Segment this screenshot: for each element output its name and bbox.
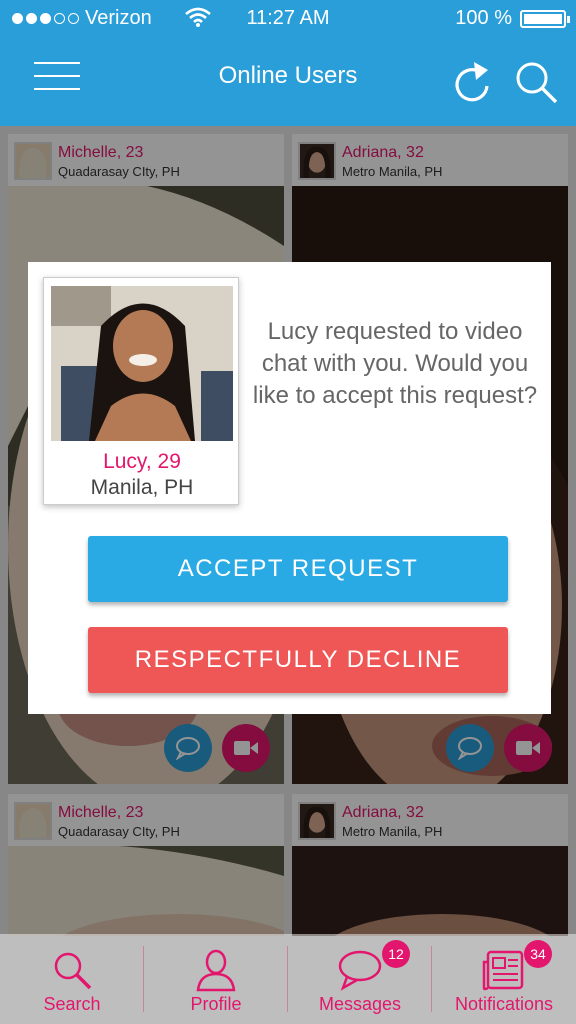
chat-bubble-icon (338, 950, 382, 991)
battery-percent: 100 % (455, 7, 512, 29)
request-message: Lucy requested to video chat with you. W… (252, 318, 538, 409)
notifications-badge: 34 (524, 940, 552, 968)
tab-label: Messages (318, 994, 402, 1014)
battery-icon (520, 10, 570, 28)
video-chat-request-dialog: Lucy, 29 Manila, PH Lucy requested to vi… (28, 262, 551, 714)
requester-name: Lucy, 29 (103, 450, 181, 473)
top-bar: Verizon 11:27 AM 100 % Online Users (0, 0, 576, 126)
messages-badge: 12 (382, 940, 410, 968)
tab-search[interactable]: Search (0, 934, 144, 1024)
search-icon[interactable] (512, 58, 560, 106)
requester-card: Lucy, 29 Manila, PH (43, 277, 239, 505)
refresh-icon[interactable] (450, 58, 494, 106)
newspaper-icon (482, 950, 524, 991)
tab-label: Profile (190, 994, 242, 1014)
bottom-tab-bar: Search Profile 12 Messages 34 Notificati (0, 934, 576, 1024)
tab-profile[interactable]: Profile (144, 934, 288, 1024)
decline-request-button[interactable]: RESPECTFULLY DECLINE (88, 627, 508, 693)
requester-photo (51, 286, 233, 441)
tab-label: Search (43, 994, 101, 1014)
tab-messages[interactable]: 12 Messages (288, 934, 432, 1024)
tab-label: Notifications (454, 994, 554, 1014)
profile-icon (196, 949, 236, 992)
accept-request-button[interactable]: ACCEPT REQUEST (88, 536, 508, 602)
search-icon (54, 952, 92, 990)
tab-notifications[interactable]: 34 Notifications (432, 934, 576, 1024)
requester-location: Manila, PH (90, 476, 194, 499)
status-bar: Verizon 11:27 AM 100 % (0, 0, 576, 38)
